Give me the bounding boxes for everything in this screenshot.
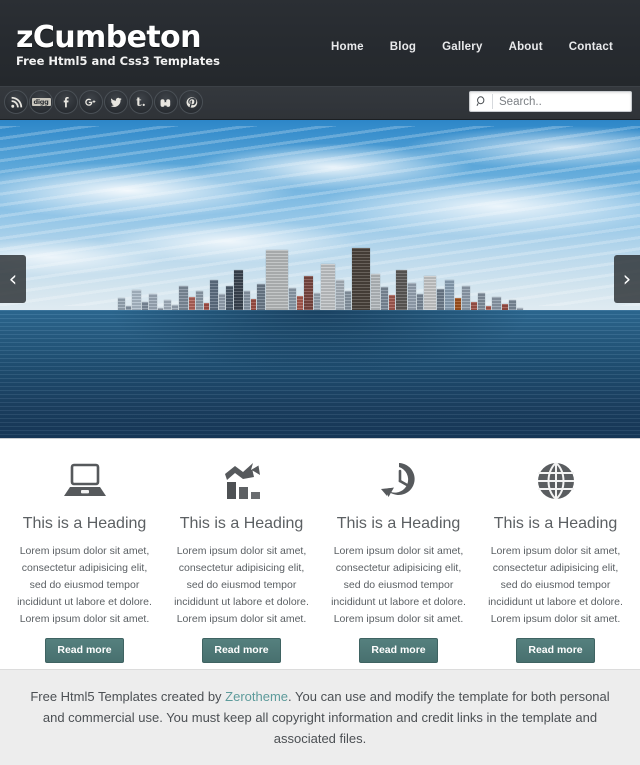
hero-slider: ‹ › [0,120,640,439]
pinterest-icon[interactable] [179,90,203,114]
nav-item-about[interactable]: About [496,37,556,57]
twitter-icon[interactable] [104,90,128,114]
slider-next-button[interactable]: › [614,255,640,303]
read-more-button[interactable]: Read more [45,638,124,663]
clock-history-icon [327,453,470,509]
digg-icon[interactable]: digg [29,90,53,114]
feature-text: Lorem ipsum dolor sit amet, consectetur … [488,545,623,625]
hero-water-ripple [0,310,640,438]
feature-text: Lorem ipsum dolor sit amet, consectetur … [331,545,466,625]
social-links: digg t. [4,90,203,114]
nav-item-contact[interactable]: Contact [556,37,626,57]
footer-prefix: Free Html5 Templates created by [30,689,226,704]
main-navigation: Home Blog Gallery About Contact [318,37,626,57]
globe-icon [484,453,627,509]
feature-column: This is a Heading Lorem ipsum dolor sit … [477,453,634,663]
feature-text: Lorem ipsum dolor sit amet, consectetur … [17,545,152,625]
feature-title: This is a Heading [493,515,618,532]
brand-title: zCumbeton [16,20,201,55]
feature-column: This is a Heading Lorem ipsum dolor sit … [163,453,320,663]
nav-item-gallery[interactable]: Gallery [429,37,495,57]
feature-text: Lorem ipsum dolor sit amet, consectetur … [174,545,309,625]
read-more-button[interactable]: Read more [202,638,281,663]
feature-title: This is a Heading [336,515,461,532]
facebook-icon[interactable] [54,90,78,114]
feature-title: This is a Heading [179,515,304,532]
feature-column: This is a Heading Lorem ipsum dolor sit … [6,453,163,663]
site-header: zCumbeton Free Html5 and Css3 Templates … [0,0,640,86]
tumblr-icon[interactable]: t. [129,90,153,114]
site-footer: Free Html5 Templates created by Zerothem… [0,669,640,765]
read-more-button[interactable]: Read more [359,638,438,663]
slider-prev-button[interactable]: ‹ [0,255,26,303]
feature-title: This is a Heading [22,515,147,532]
social-search-bar: digg t. [0,86,640,120]
site-logo[interactable]: zCumbeton Free Html5 and Css3 Templates [16,22,220,68]
search-input[interactable] [493,93,640,110]
nav-item-blog[interactable]: Blog [377,37,429,57]
rss-icon[interactable] [4,90,28,114]
search-icon [470,96,492,107]
hero-water [0,310,640,438]
google-plus-icon[interactable] [79,90,103,114]
feature-columns: This is a Heading Lorem ipsum dolor sit … [0,439,640,669]
zerotheme-link[interactable]: Zerotheme [225,689,288,704]
footer-credit: Free Html5 Templates created by Zerothem… [30,686,610,749]
search-box[interactable] [469,91,640,112]
laptop-icon [13,453,156,509]
bar-chart-growth-icon [170,453,313,509]
nav-item-home[interactable]: Home [318,37,377,57]
page-root: zCumbeton Free Html5 and Css3 Templates … [0,0,640,765]
brand-tagline: Free Html5 and Css3 Templates [16,54,220,68]
read-more-button[interactable]: Read more [516,638,595,663]
feature-column: This is a Heading Lorem ipsum dolor sit … [320,453,477,663]
stumbleupon-icon[interactable] [154,90,178,114]
